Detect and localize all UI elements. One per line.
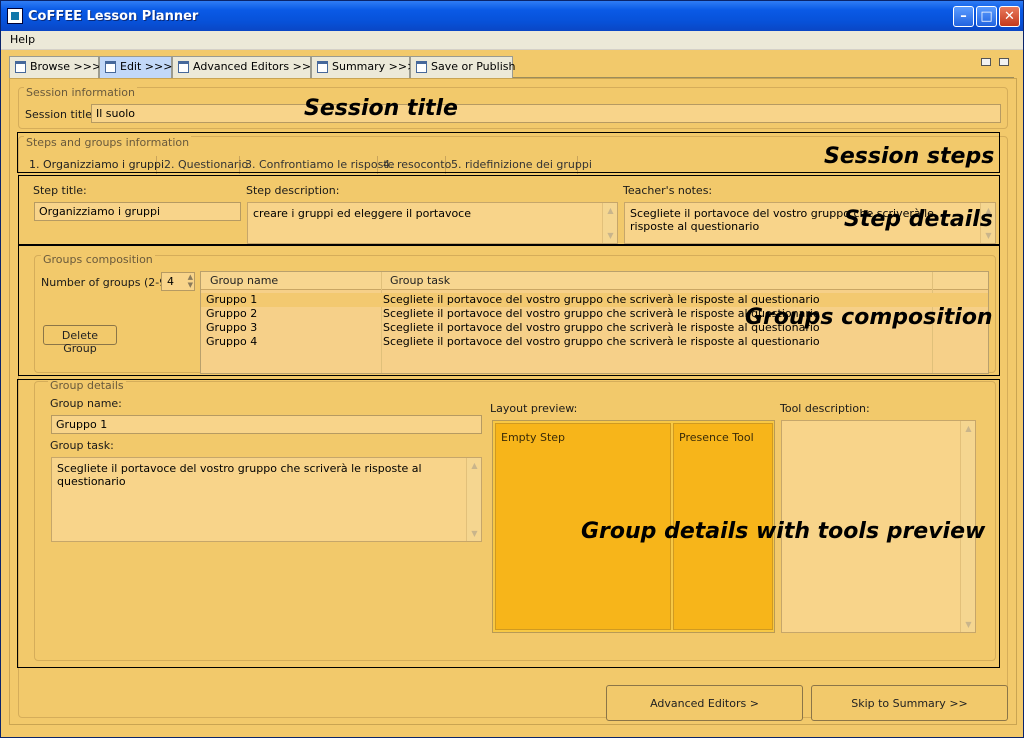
title-bar: CoFFEE Lesson Planner – □ ✕: [1, 1, 1023, 31]
menu-bar: Help: [1, 31, 1023, 50]
annotation-session-title: Session title: [304, 96, 458, 121]
main-tabs: Browse >>> Edit >>> Advanced Editors >>>…: [9, 56, 1014, 78]
window-icon: [105, 61, 116, 73]
annotation-step-details: Step details: [844, 207, 993, 232]
tab-advanced-editors[interactable]: Advanced Editors >>>: [172, 56, 320, 78]
tab-label: Browse >>>: [30, 60, 102, 73]
menu-help[interactable]: Help: [10, 33, 35, 46]
close-button[interactable]: ✕: [999, 6, 1020, 27]
tab-label: Save or Publish: [431, 60, 516, 73]
tab-edit[interactable]: Edit >>>: [99, 56, 172, 78]
tab-browse[interactable]: Browse >>>: [9, 56, 102, 78]
window-title: CoFFEE Lesson Planner: [28, 9, 199, 24]
view-maximize-icon[interactable]: [999, 58, 1009, 66]
window-icon: [317, 61, 328, 73]
app-icon: [7, 8, 23, 24]
window-icon: [15, 61, 26, 73]
window-icon: [178, 61, 189, 73]
advanced-editors-button[interactable]: Advanced Editors >: [606, 685, 803, 721]
tab-label: Edit >>>: [120, 60, 173, 73]
main-window: CoFFEE Lesson Planner – □ ✕ Help Browse …: [0, 0, 1024, 738]
tab-label: Advanced Editors >>>: [193, 60, 321, 73]
session-title-label: Session title:: [25, 108, 96, 121]
annotation-group-details-preview: Group details with tools preview: [581, 519, 986, 544]
window-icon: [416, 61, 427, 73]
session-title-input[interactable]: Il suolo: [91, 104, 1001, 123]
annotation-groups-composition: Groups composition: [745, 305, 993, 330]
tab-summary[interactable]: Summary >>>: [311, 56, 416, 78]
skip-to-summary-button[interactable]: Skip to Summary >>: [811, 685, 1008, 721]
tab-label: Summary >>>: [332, 60, 417, 73]
view-minimize-icon[interactable]: [981, 58, 991, 66]
tab-save-publish[interactable]: Save or Publish: [410, 56, 516, 78]
session-info-label: Session information: [24, 86, 137, 99]
minimize-button[interactable]: –: [953, 6, 974, 27]
maximize-button[interactable]: □: [976, 6, 997, 27]
annotation-session-steps: Session steps: [824, 144, 995, 169]
